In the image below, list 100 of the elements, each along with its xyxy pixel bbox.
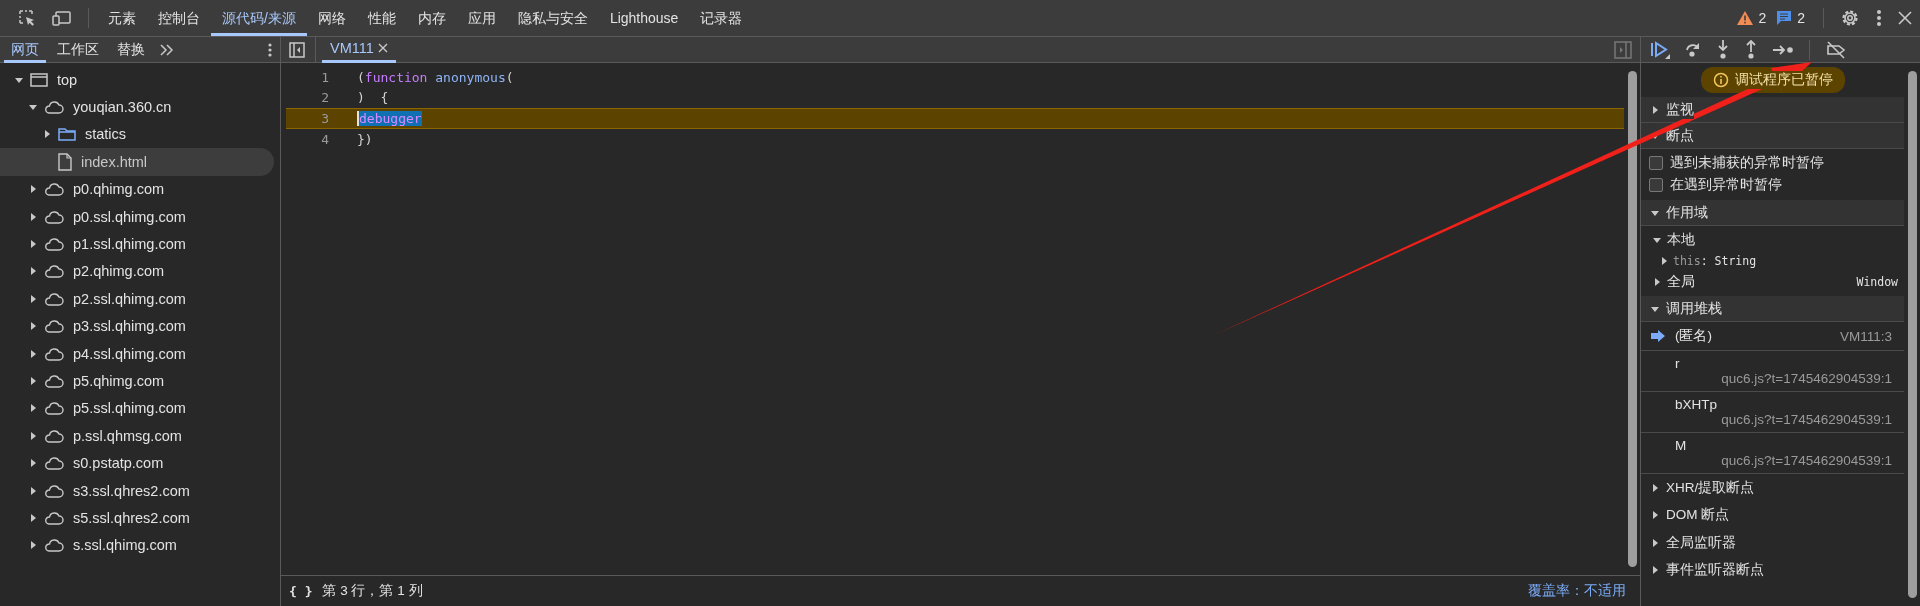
expand-arrow-icon[interactable] <box>1661 256 1667 265</box>
cloud-icon <box>44 319 64 334</box>
checkbox[interactable] <box>1649 178 1663 192</box>
expand-arrow-icon[interactable] <box>29 212 37 221</box>
cloud-icon <box>44 209 64 224</box>
expand-arrow-icon[interactable] <box>29 322 37 331</box>
call-frame[interactable]: r quc6.js?t=1745462904539:1 <box>1641 351 1904 392</box>
cloud-icon <box>44 401 64 416</box>
pane-header[interactable]: 断点 <box>1641 123 1904 149</box>
cloud-icon <box>44 428 64 443</box>
expand-arrow-icon[interactable] <box>29 103 37 112</box>
file-tree-item[interactable]: youqian.360.cn <box>0 93 274 121</box>
expand-arrow-icon[interactable] <box>29 185 37 194</box>
expand-arrow-icon <box>1651 208 1659 217</box>
file-tree-item[interactable]: p1.ssl.qhimg.com <box>0 230 274 258</box>
file-tree-item[interactable]: p3.ssl.qhimg.com <box>0 312 274 340</box>
call-frame[interactable]: (匿名) VM111:3 <box>1641 322 1904 351</box>
cloud-icon <box>44 264 64 279</box>
navigator-tab[interactable]: 工作区 <box>50 36 106 63</box>
expand-arrow-icon[interactable] <box>29 541 37 550</box>
warning-count[interactable]: 2 <box>1737 10 1767 26</box>
panel-tab[interactable]: 控制台 <box>147 0 211 36</box>
expand-arrow-icon[interactable] <box>29 486 37 495</box>
pane-header[interactable]: 监视 <box>1641 97 1904 123</box>
panel-tab[interactable]: 网络 <box>306 0 357 36</box>
file-tree-item[interactable]: p2.qhimg.com <box>0 257 274 286</box>
checkbox[interactable] <box>1649 156 1663 170</box>
file-icon <box>58 152 72 171</box>
expand-arrow-icon[interactable] <box>29 377 37 385</box>
cloud-icon <box>44 237 64 252</box>
pane-header[interactable]: 调用堆栈 <box>1641 296 1904 322</box>
checkbox-label[interactable]: 遇到未捕获的异常时暂停 <box>1670 154 1824 172</box>
file-tree-item[interactable]: p.ssl.qhmsg.com <box>0 422 274 450</box>
file-tree-item[interactable]: p2.ssl.qhimg.com <box>0 285 274 313</box>
message-count[interactable]: 2 <box>1776 10 1805 26</box>
scope-label[interactable]: 本地 <box>1667 230 1695 249</box>
file-tree-item[interactable]: p0.qhimg.com <box>0 175 274 203</box>
expand-arrow-icon[interactable] <box>29 349 37 358</box>
file-tree-item[interactable]: s5.ssl.qhres2.com <box>0 504 274 532</box>
file-tree-item[interactable]: s0.pstatp.com <box>0 449 274 477</box>
line-number: 3 <box>320 111 330 126</box>
scope-value: Window <box>1856 274 1898 289</box>
panel-tab[interactable]: 元素 <box>97 0 147 36</box>
format-button[interactable]: { } <box>289 583 313 599</box>
panel-tab[interactable]: 隐私与安全 <box>506 0 599 36</box>
coverage-link[interactable]: 覆盖率：不适用 <box>1528 582 1626 600</box>
line-number: 1 <box>320 69 330 85</box>
expand-arrow-icon <box>1651 566 1659 575</box>
code-line: (function anonymous( <box>357 69 514 85</box>
panel-tab[interactable]: 应用 <box>456 0 507 36</box>
expand-arrow-icon[interactable] <box>29 404 37 413</box>
cloud-icon <box>44 182 64 197</box>
file-tree-item[interactable]: p5.ssl.qhimg.com <box>0 394 274 423</box>
call-frame[interactable]: bXHTp quc6.js?t=1745462904539:1 <box>1641 392 1904 433</box>
expand-arrow-icon[interactable] <box>29 267 37 276</box>
file-tree-item[interactable]: p4.ssl.qhimg.com <box>0 339 274 368</box>
file-tree-item[interactable]: p0.ssl.qhimg.com <box>0 202 274 231</box>
scope-label[interactable]: 全局 <box>1667 272 1695 291</box>
code-line: ) { <box>357 90 389 106</box>
file-tab[interactable]: VM111 <box>322 36 396 63</box>
file-tree-item[interactable]: s3.ssl.qhres2.com <box>0 476 274 505</box>
expand-arrow-icon[interactable] <box>1653 235 1661 244</box>
file-tree-item[interactable]: index.html <box>0 148 274 176</box>
file-tree-item[interactable]: p5.qhimg.com <box>0 367 274 395</box>
cloud-icon <box>44 374 64 388</box>
panel-tab[interactable]: Lighthouse <box>598 0 690 36</box>
cloud-icon <box>44 456 64 471</box>
expand-arrow-icon[interactable] <box>43 130 51 139</box>
scope-property[interactable]: this: String <box>1673 253 1757 268</box>
cloud-icon <box>44 100 64 115</box>
panel-tab[interactable]: 性能 <box>356 0 407 36</box>
file-tree-item[interactable]: s.ssl.qhimg.com <box>0 531 274 560</box>
cloud-icon <box>44 346 64 361</box>
cloud-icon <box>44 510 64 525</box>
panel-tab[interactable]: 记录器 <box>689 0 754 36</box>
expand-arrow-icon[interactable] <box>29 513 37 522</box>
frame-icon <box>30 71 48 88</box>
cloud-icon <box>44 291 64 306</box>
expand-arrow-icon <box>1651 511 1659 520</box>
navigator-tab[interactable]: 替换 <box>110 36 152 63</box>
code-line: }) <box>357 131 373 147</box>
info-icon <box>1712 72 1729 88</box>
expand-arrow-icon[interactable] <box>29 294 37 303</box>
expand-arrow-icon <box>1651 105 1659 114</box>
expand-arrow-icon[interactable] <box>29 240 37 249</box>
file-tree-item[interactable]: top <box>0 66 274 94</box>
expand-arrow-icon <box>1651 304 1659 313</box>
navigator-tab[interactable]: 网页 <box>4 36 46 63</box>
pane-header[interactable]: 作用域 <box>1641 200 1904 226</box>
panel-tab[interactable]: 内存 <box>406 0 457 36</box>
expand-arrow-icon[interactable] <box>29 431 37 440</box>
close-icon[interactable] <box>377 43 388 53</box>
cloud-icon <box>44 538 64 553</box>
expand-arrow-icon[interactable] <box>15 75 23 84</box>
folder-icon <box>58 127 76 142</box>
file-tree-item[interactable]: statics <box>0 120 274 149</box>
expand-arrow-icon[interactable] <box>29 459 37 468</box>
expand-arrow-icon[interactable] <box>1653 277 1661 286</box>
cursor-position: 第 3 行，第 1 列 <box>322 582 423 600</box>
checkbox-label[interactable]: 在遇到异常时暂停 <box>1670 176 1782 194</box>
